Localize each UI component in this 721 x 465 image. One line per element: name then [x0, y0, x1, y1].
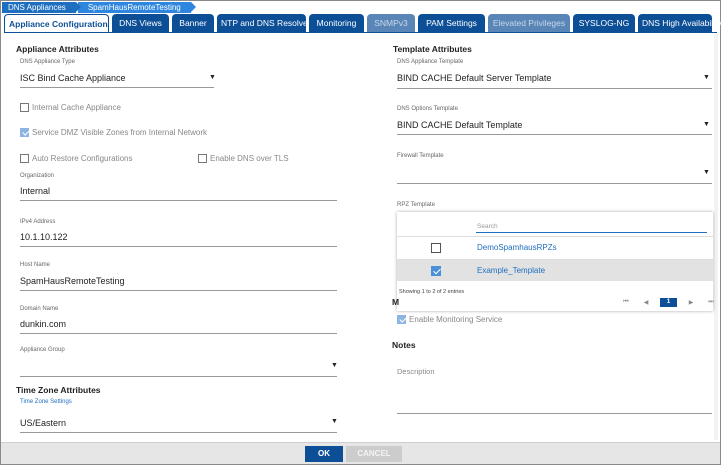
dns-options-template-label: DNS Options Template: [397, 106, 458, 112]
rpz-row-name[interactable]: DemoSpamhausRPZs: [477, 243, 557, 252]
time-zone-caret-icon[interactable]: ▼: [331, 418, 338, 425]
tab-monitoring[interactable]: Monitoring: [309, 14, 364, 32]
dns-options-template-underline: [397, 134, 712, 135]
description-underline: [397, 413, 712, 414]
tab-banner[interactable]: Banner: [172, 14, 214, 32]
rpz-template-label: RPZ Template: [397, 202, 435, 208]
ipv4-address-field[interactable]: 10.1.10.122: [20, 232, 68, 242]
tab-pam-settings[interactable]: PAM Settings: [418, 14, 485, 32]
time-zone-underline: [20, 432, 337, 433]
dns-options-template-caret-icon[interactable]: ▼: [703, 121, 710, 128]
tab-dns-views[interactable]: DNS Views: [112, 14, 169, 32]
enable-monitoring-label: Enable Monitoring Service: [409, 315, 503, 324]
next-page-icon[interactable]: ▶: [681, 299, 701, 306]
domain-name-label: Domain Name: [20, 306, 59, 312]
tab-syslog-ng[interactable]: SYSLOG-NG: [573, 14, 635, 32]
dns-appliance-type-caret-icon[interactable]: ▼: [209, 74, 216, 81]
rpz-row-checkbox[interactable]: [431, 243, 441, 253]
firewall-template-label: Firewall Template: [397, 153, 444, 159]
domain-name-field[interactable]: dunkin.com: [20, 319, 66, 329]
ipv4-address-label: IPv4 Address: [20, 219, 56, 225]
dns-over-tls-box[interactable]: [198, 154, 207, 163]
dmz-visible-zones-label: Service DMZ Visible Zones from Internal …: [32, 128, 208, 137]
breadcrumb: DNS Appliances SpamHausRemoteTesting: [2, 2, 196, 13]
rpz-pagination: ⏮ ◀ 1 ▶ ⏭: [616, 298, 721, 307]
internal-cache-box: [20, 103, 29, 112]
breadcrumb-dns-appliances[interactable]: DNS Appliances: [2, 2, 81, 13]
scrollbar[interactable]: [714, 34, 718, 440]
tab-appliance-configuration[interactable]: Appliance Configuration: [4, 14, 109, 33]
dmz-visible-zones-box: [20, 128, 29, 137]
tab-snmpv3: SNMPv3: [367, 14, 415, 32]
rpz-search-input[interactable]: Search: [476, 220, 707, 233]
organization-field[interactable]: Internal: [20, 186, 50, 196]
appliance-attributes-heading: Appliance Attributes: [16, 44, 99, 54]
breadcrumb-current-appliance[interactable]: SpamHausRemoteTesting: [77, 2, 196, 13]
appliance-group-underline: [20, 376, 337, 377]
host-name-field[interactable]: SpamHausRemoteTesting: [20, 276, 125, 286]
prev-page-icon[interactable]: ◀: [636, 299, 656, 306]
dns-options-template-select[interactable]: BIND CACHE Default Template: [397, 120, 522, 130]
organization-label: Organization: [20, 173, 55, 179]
internal-cache-label: Internal Cache Appliance: [32, 103, 121, 112]
ok-button[interactable]: OK: [305, 446, 343, 462]
appliance-group-label: Appliance Group: [20, 347, 65, 353]
time-zone-attributes-heading: Time Zone Attributes: [16, 385, 101, 395]
rpz-template-table: Search DemoSpamhausRPZs Example_Template…: [397, 212, 714, 311]
host-name-label: Host Name: [20, 262, 51, 268]
dns-appliance-template-select[interactable]: BIND CACHE Default Server Template: [397, 73, 551, 83]
organization-underline: [20, 200, 337, 201]
notes-heading: Notes: [392, 340, 416, 350]
tab-elevated-privileges: Elevated Privileges: [488, 14, 570, 32]
current-page-button[interactable]: 1: [660, 298, 677, 307]
rpz-entries-info: Showing 1 to 2 of 2 entries: [399, 289, 465, 295]
auto-restore-label: Auto Restore Configurations: [32, 154, 133, 163]
domain-name-underline: [20, 333, 337, 334]
time-zone-select[interactable]: US/Eastern: [20, 418, 66, 428]
internal-cache-checkbox: Internal Cache Appliance: [20, 103, 121, 112]
template-attributes-heading: Template Attributes: [393, 44, 472, 54]
table-row[interactable]: Example_Template: [397, 259, 713, 281]
cancel-button: CANCEL: [346, 446, 402, 462]
rpz-row-checkbox[interactable]: [431, 266, 441, 276]
ipv4-address-underline: [20, 246, 337, 247]
time-zone-settings-label: Time Zone Settings: [20, 399, 72, 405]
dmz-visible-zones-checkbox: Service DMZ Visible Zones from Internal …: [20, 128, 207, 137]
host-name-underline: [20, 290, 337, 291]
dns-appliance-template-caret-icon[interactable]: ▼: [703, 74, 710, 81]
firewall-template-caret-icon[interactable]: ▼: [703, 169, 710, 176]
tab-dns-high-availability[interactable]: DNS High Availability: [638, 14, 721, 32]
firewall-template-underline: [397, 183, 712, 184]
dns-appliance-type-label: DNS Appliance Type: [20, 59, 75, 65]
tab-ntp-dns-resolver[interactable]: NTP and DNS Resolver: [217, 14, 311, 32]
enable-monitoring-box: [397, 315, 406, 324]
description-field[interactable]: Description: [397, 367, 435, 376]
first-page-icon[interactable]: ⏮: [616, 299, 636, 306]
enable-monitoring-checkbox: Enable Monitoring Service: [397, 315, 502, 324]
rpz-row-name[interactable]: Example_Template: [477, 266, 545, 275]
dns-over-tls-checkbox[interactable]: Enable DNS over TLS: [198, 154, 289, 163]
dns-appliance-template-label: DNS Appliance Template: [397, 59, 464, 65]
dns-appliance-type-value[interactable]: ISC Bind Cache Appliance: [20, 73, 126, 83]
table-row[interactable]: DemoSpamhausRPZs: [397, 236, 713, 258]
tab-underline: [4, 32, 717, 33]
auto-restore-box[interactable]: [20, 154, 29, 163]
last-page-icon[interactable]: ⏭: [701, 299, 721, 306]
dns-over-tls-label: Enable DNS over TLS: [210, 154, 289, 163]
monitoring-heading: M: [392, 297, 400, 307]
dns-appliance-template-underline: [397, 88, 712, 89]
tab-bar: Appliance Configuration DNS Views Banner…: [4, 14, 721, 33]
dialog-footer: OK CANCEL: [1, 442, 720, 464]
dns-appliance-type-underline: [20, 87, 214, 88]
auto-restore-checkbox[interactable]: Auto Restore Configurations: [20, 154, 133, 163]
appliance-group-caret-icon[interactable]: ▼: [331, 362, 338, 369]
